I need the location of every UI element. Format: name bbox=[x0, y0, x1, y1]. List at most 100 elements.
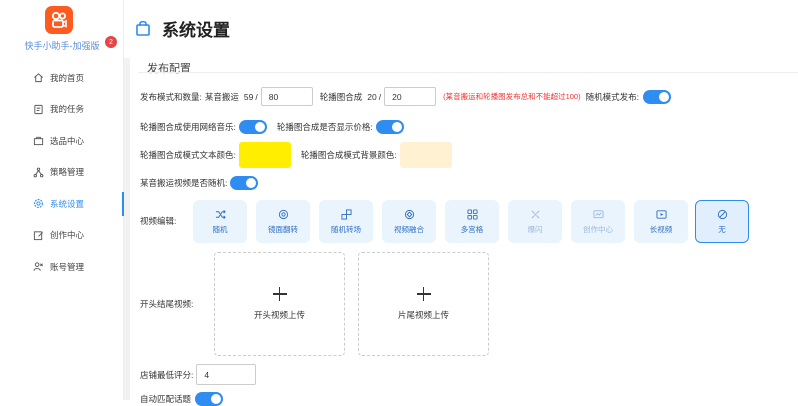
effect-label: 随机 bbox=[213, 224, 228, 235]
sidebar-item-products[interactable]: 选品中心 bbox=[0, 125, 124, 157]
sidebar-item-label: 我的任务 bbox=[50, 103, 84, 115]
none-icon bbox=[717, 209, 728, 220]
carousel-options-row: 轮播图合成使用网络音乐: 轮播图合成是否显示价格: bbox=[140, 120, 404, 134]
effect-label: 创作中心 bbox=[583, 224, 613, 235]
effect-label: 多宫格 bbox=[461, 224, 484, 235]
carousel-music-label: 轮播图合成使用网络音乐: bbox=[140, 121, 236, 133]
outro-upload-box[interactable]: 片尾视频上传 bbox=[358, 252, 489, 356]
intro-upload-box[interactable]: 开头视频上传 bbox=[214, 252, 345, 356]
sidebar-item-home[interactable]: 我的首页 bbox=[0, 62, 124, 94]
random-video-row: 某音搬运视频是否随机: bbox=[140, 176, 258, 190]
shuffle-icon bbox=[215, 209, 226, 220]
min-score-input[interactable]: 4 bbox=[196, 364, 256, 385]
carousel-price-toggle[interactable] bbox=[376, 120, 404, 134]
edit-icon bbox=[33, 230, 44, 241]
effect-label: 长视频 bbox=[650, 224, 673, 235]
effect-creator-button[interactable]: 创作中心 bbox=[571, 200, 625, 243]
sidebar-item-label: 我的首页 bbox=[50, 72, 84, 84]
effect-mirror-button[interactable]: 镜面翻转 bbox=[256, 200, 310, 243]
grid-icon bbox=[467, 209, 478, 220]
auto-match-toggle[interactable] bbox=[195, 392, 223, 406]
auto-match-label: 自动匹配话题 bbox=[140, 393, 191, 405]
publish-mode-label: 发布模式和数量: bbox=[140, 91, 202, 103]
long-video-icon bbox=[656, 209, 667, 220]
creator-icon bbox=[593, 209, 604, 220]
video-edit-row: 视频编辑: bbox=[140, 215, 176, 227]
limit-warning: (某音搬运和轮播图发布总和不能超过100) bbox=[443, 91, 581, 102]
carousel-total-input[interactable]: 20 bbox=[384, 87, 436, 106]
effect-label: 镜面翻转 bbox=[268, 224, 298, 235]
auto-match-row: 自动匹配话题 bbox=[140, 392, 223, 406]
text-color-label: 轮播图合成模式文本颜色: bbox=[140, 149, 236, 161]
outro-upload-label: 片尾视频上传 bbox=[398, 309, 449, 321]
settings-icon bbox=[33, 198, 44, 209]
effect-transition-button[interactable]: 随机转场 bbox=[319, 200, 373, 243]
plus-icon bbox=[273, 287, 287, 301]
carousel-separator: / bbox=[379, 92, 381, 102]
task-count-badge: 2 bbox=[105, 36, 117, 48]
sidebar-item-accounts[interactable]: 账号管理 bbox=[0, 251, 124, 283]
transition-icon bbox=[341, 209, 352, 220]
random-mode-toggle[interactable] bbox=[643, 90, 671, 104]
move-total-input[interactable]: 80 bbox=[261, 87, 313, 106]
sidebar-item-strategy[interactable]: 策略管理 bbox=[0, 157, 124, 189]
page-title: 系统设置 bbox=[162, 16, 230, 41]
move-separator: / bbox=[255, 92, 257, 102]
mirror-flip-icon bbox=[278, 209, 289, 220]
min-score-row: 店铺最低评分: 4 bbox=[140, 364, 256, 385]
sidebar-item-label: 创作中心 bbox=[50, 229, 84, 241]
home-icon bbox=[33, 72, 44, 83]
random-video-toggle[interactable] bbox=[230, 176, 258, 190]
random-mode-label: 随机模式发布: bbox=[586, 91, 639, 103]
intro-outro-row: 开头结尾视频: bbox=[140, 298, 193, 310]
carousel-music-toggle[interactable] bbox=[239, 120, 267, 134]
effect-flash-button[interactable]: 爆闪 bbox=[508, 200, 562, 243]
video-edit-label: 视频编辑: bbox=[140, 215, 176, 227]
flash-icon bbox=[530, 209, 541, 220]
publish-mode-row: 发布模式和数量: 某音搬运 59 / 80 轮播图合成 20 / 20 (某音搬… bbox=[140, 87, 671, 106]
sidebar: 快手小助手-加强版 我的首页 我的任务 选品中心 策略管理 系统设置 创作中心 bbox=[0, 0, 124, 400]
effect-grid-button[interactable]: 多宫格 bbox=[445, 200, 499, 243]
carousel-label: 轮播图合成 bbox=[320, 91, 363, 103]
effect-none-button[interactable]: 无 bbox=[695, 200, 749, 243]
intro-upload-label: 开头视频上传 bbox=[254, 309, 305, 321]
min-score-label: 店铺最低评分: bbox=[140, 369, 193, 381]
carousel-price-label: 轮播图合成是否显示价格: bbox=[277, 121, 373, 133]
random-video-label: 某音搬运视频是否随机: bbox=[140, 177, 227, 189]
effect-label: 视频融合 bbox=[394, 224, 424, 235]
intro-outro-label: 开头结尾视频: bbox=[140, 298, 193, 310]
sidebar-nav: 我的首页 我的任务 选品中心 策略管理 系统设置 创作中心 账号管理 bbox=[0, 62, 124, 283]
account-icon bbox=[33, 261, 44, 272]
video-merge-icon bbox=[404, 209, 415, 220]
section-title: 发布配置 bbox=[147, 60, 191, 76]
settings-form: 发布配置 发布模式和数量: 某音搬运 59 / 80 轮播图合成 20 / 20… bbox=[130, 58, 798, 400]
page-header: 系统设置 bbox=[124, 0, 798, 58]
sidebar-item-settings[interactable]: 系统设置 bbox=[0, 188, 124, 220]
carousel-colors-row: 轮播图合成模式文本颜色: 轮播图合成模式背景颜色: bbox=[140, 142, 452, 168]
move-count: 59 bbox=[244, 92, 253, 102]
task-icon bbox=[33, 104, 44, 115]
effect-long-video-button[interactable]: 长视频 bbox=[634, 200, 688, 243]
plus-icon bbox=[417, 287, 431, 301]
bag-icon bbox=[136, 20, 150, 36]
app-logo-icon bbox=[45, 6, 73, 34]
bg-color-swatch[interactable] bbox=[400, 142, 452, 168]
product-icon bbox=[33, 135, 44, 146]
sidebar-item-tasks[interactable]: 我的任务 bbox=[0, 94, 124, 126]
sidebar-item-label: 系统设置 bbox=[50, 198, 84, 210]
carousel-count: 20 bbox=[367, 92, 376, 102]
effect-label: 无 bbox=[718, 224, 726, 235]
sidebar-item-label: 策略管理 bbox=[50, 166, 84, 178]
move-label: 某音搬运 bbox=[205, 91, 239, 103]
text-color-swatch[interactable] bbox=[239, 142, 291, 168]
strategy-icon bbox=[33, 167, 44, 178]
effect-label: 随机转场 bbox=[331, 224, 361, 235]
section-divider bbox=[138, 72, 798, 73]
effect-label: 爆闪 bbox=[528, 224, 543, 235]
sidebar-item-label: 选品中心 bbox=[50, 135, 84, 147]
sidebar-item-creator[interactable]: 创作中心 bbox=[0, 220, 124, 252]
effect-merge-button[interactable]: 视频融合 bbox=[382, 200, 436, 243]
bg-color-label: 轮播图合成模式背景颜色: bbox=[301, 149, 397, 161]
effect-random-button[interactable]: 随机 bbox=[193, 200, 247, 243]
sidebar-item-label: 账号管理 bbox=[50, 261, 84, 273]
